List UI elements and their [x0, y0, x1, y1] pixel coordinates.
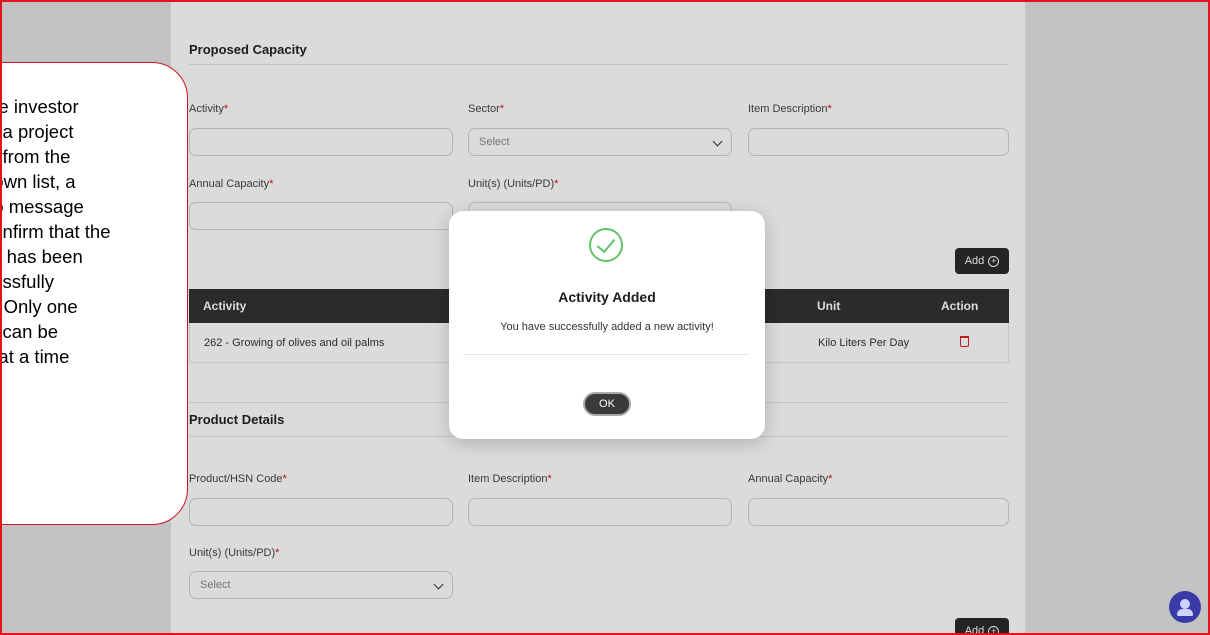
modal-divider	[463, 354, 749, 355]
screenshot-frame: Proposed Capacity Activity* Sector* Sele…	[0, 0, 1210, 635]
success-modal: Activity Added You have successfully add…	[449, 211, 765, 439]
ok-button[interactable]: OK	[583, 392, 631, 416]
modal-title: Activity Added	[558, 289, 656, 305]
callout-text: the investor ts a project ty from the do…	[2, 96, 111, 367]
check-circle-icon	[589, 228, 623, 262]
annotation-callout: the investor ts a project ty from the do…	[2, 62, 188, 525]
chatbot-icon[interactable]	[1169, 591, 1201, 623]
modal-message: You have successfully added a new activi…	[500, 321, 714, 333]
